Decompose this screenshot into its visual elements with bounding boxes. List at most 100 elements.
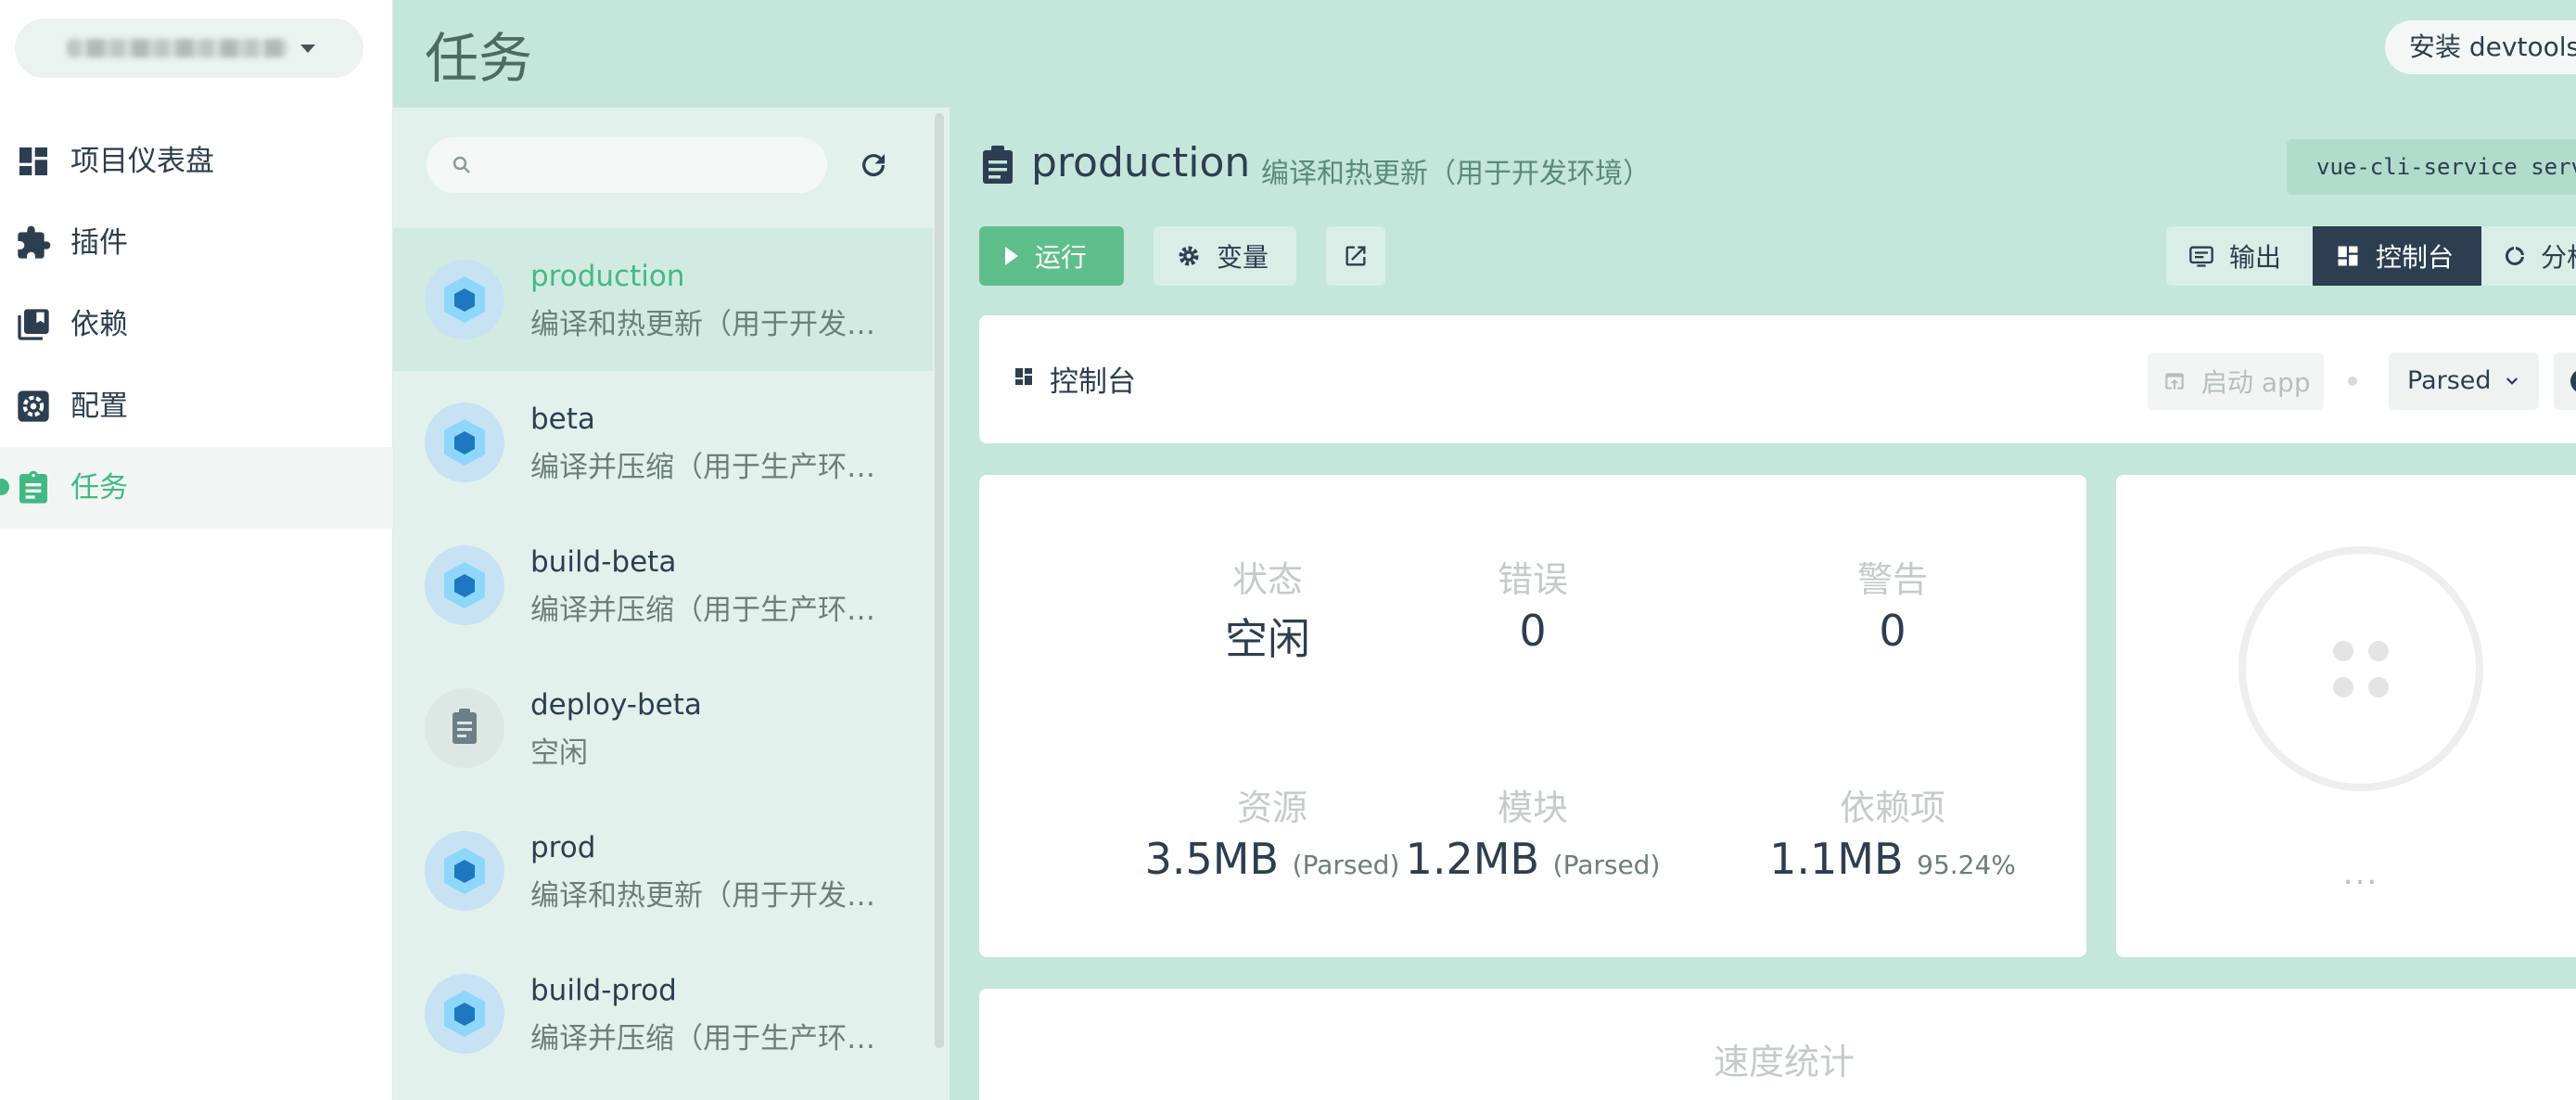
stat-number: 3.5MB <box>1144 834 1280 884</box>
search-icon <box>453 156 470 173</box>
sidebar-item-label: 任务 <box>70 471 128 505</box>
project-name-blurred <box>67 39 287 58</box>
webpack-icon <box>444 848 485 894</box>
stat-number: 1.1MB <box>1769 834 1904 884</box>
tab-console-label: 控制台 <box>2376 242 2455 273</box>
task-name: beta <box>530 403 595 436</box>
sidebar-item-dashboard[interactable]: 项目仪表盘 <box>0 121 393 202</box>
stat-value: 0 <box>1879 606 1906 656</box>
size-mode-select[interactable]: Parsed <box>2389 352 2539 410</box>
task-name: deploy-beta <box>530 688 702 722</box>
task-avatar <box>425 403 504 482</box>
stat-suffix: 95.24% <box>1917 850 2016 880</box>
task-avatar <box>425 831 504 911</box>
task-item-build-prod[interactable]: build-prod 编译并压缩（用于生产环… <box>393 942 933 1085</box>
task-avatar <box>425 974 504 1054</box>
stat-label: 错误 <box>1497 559 1568 600</box>
sidebar-item-label: 配置 <box>70 390 128 423</box>
active-indicator <box>0 479 9 495</box>
sidebar-item-dependencies[interactable]: 依赖 <box>0 284 393 365</box>
search-input[interactable] <box>427 137 827 193</box>
stat-label: 依赖项 <box>1839 787 1945 828</box>
tab-console[interactable]: 控制台 <box>2313 226 2481 286</box>
task-description: 空闲 <box>530 736 588 770</box>
task-avatar <box>425 260 504 339</box>
task-item-production[interactable]: production 编译和热更新（用于开发… <box>393 228 933 371</box>
library-icon <box>18 309 49 340</box>
stat-value: 1.2MB (Parsed) <box>1352 834 1714 884</box>
stat-suffix: (Parsed) <box>1552 850 1661 880</box>
gear-icon <box>1179 246 1199 266</box>
module-donut-card: ... <box>2116 475 2576 957</box>
sidebar-item-label: 依赖 <box>70 308 128 341</box>
top-header: 任务 安装 devtools <box>393 0 2576 108</box>
webpack-icon <box>444 419 485 466</box>
dashboard-icon <box>2338 246 2358 266</box>
stat-label: 模块 <box>1497 787 1568 828</box>
open-external-button[interactable] <box>1326 226 1385 286</box>
scrollbar[interactable] <box>935 113 944 1048</box>
variables-button[interactable]: 变量 <box>1154 226 1296 286</box>
project-selector[interactable] <box>15 19 363 78</box>
clipboard-icon <box>19 470 47 504</box>
task-item-prod[interactable]: prod 编译和热更新（用于开发… <box>393 799 933 942</box>
tab-output-label: 输出 <box>2229 242 2282 273</box>
task-description: 编译和热更新（用于开发… <box>530 308 875 341</box>
variables-button-label: 变量 <box>1217 242 1269 273</box>
task-item-beta[interactable]: beta 编译并压缩（用于生产环… <box>393 371 933 514</box>
run-button[interactable]: 运行 <box>979 226 1124 286</box>
task-item-build-beta[interactable]: build-beta 编译并压缩（用于生产环… <box>393 514 933 657</box>
terminal-icon <box>2189 246 2213 267</box>
task-description: 编译并压缩（用于生产环… <box>530 1022 875 1055</box>
sidebar-item-plugins[interactable]: 插件 <box>0 202 393 284</box>
task-name: production <box>530 260 685 293</box>
tab-analyzer-label: 分析 <box>2540 242 2576 273</box>
donut-ellipsis: ... <box>2342 855 2379 892</box>
dashboard-icon <box>19 147 47 175</box>
launch-app-button[interactable]: 启动 app <box>2148 352 2324 410</box>
task-avatar <box>425 688 504 768</box>
command-display: vue-cli-service serve <box>2287 139 2576 195</box>
sidebar-item-label: 项目仪表盘 <box>70 145 214 178</box>
chevron-down-icon <box>2506 377 2519 385</box>
task-description: 编译并压缩（用于生产环… <box>530 594 875 627</box>
webpack-icon <box>444 276 485 323</box>
help-button[interactable]: ? <box>2554 352 2576 410</box>
console-title: 控制台 <box>1050 365 1136 399</box>
task-name: build-prod <box>530 974 677 1007</box>
stat-errors: 错误 0 <box>1352 551 1714 656</box>
sidebar-item-tasks[interactable]: 任务 <box>0 447 393 529</box>
gear-icon <box>18 390 49 422</box>
puzzle-icon <box>18 225 51 259</box>
task-avatar <box>425 545 504 625</box>
speed-stats-title: 速度统计 <box>1713 1042 1855 1082</box>
task-name: prod <box>530 831 596 864</box>
task-detail: production 编译和热更新（用于开发环境） vue-cli-servic… <box>950 108 2576 1100</box>
task-description: 编译并压缩（用于生产环… <box>530 451 875 484</box>
play-icon <box>1005 247 1018 265</box>
install-devtools-button[interactable]: 安装 devtools <box>2385 20 2576 74</box>
stat-modules: 模块 1.2MB (Parsed) <box>1352 779 1714 884</box>
sidebar-item-label: 插件 <box>70 226 128 260</box>
size-mode-value: Parsed <box>2407 366 2492 395</box>
speed-stats-card: 速度统计 <box>979 989 2576 1100</box>
build-stats-card: 状态 空闲 错误 0 警告 0 资源 3.5MB (Parsed) 模块 1.2… <box>979 475 2086 957</box>
task-subtitle: 编译和热更新（用于开发环境） <box>1261 158 1651 190</box>
tab-output[interactable]: 输出 <box>2166 226 2313 286</box>
webpack-icon <box>444 562 485 608</box>
sidebar-nav: 项目仪表盘 插件 依赖 配置 任务 <box>0 0 393 1100</box>
stat-value: 1.1MB 95.24% <box>1712 834 2073 884</box>
tab-analyzer[interactable]: 分析 <box>2481 226 2576 286</box>
stat-label: 警告 <box>1856 559 1928 600</box>
refresh-icon[interactable] <box>857 148 890 182</box>
clipboard-icon <box>453 709 477 744</box>
task-title: production <box>1031 139 1251 186</box>
stat-dependencies: 依赖项 1.1MB 95.24% <box>1712 779 2073 884</box>
console-header-card: 控制台 启动 app Parsed ? <box>979 315 2576 443</box>
run-button-label: 运行 <box>1035 242 1088 273</box>
caret-down-icon <box>300 45 315 53</box>
page-title: 任务 <box>425 27 533 90</box>
task-description: 编译和热更新（用于开发… <box>530 879 875 913</box>
sidebar-item-configuration[interactable]: 配置 <box>0 365 393 447</box>
task-item-deploy-beta[interactable]: deploy-beta 空闲 <box>393 657 933 799</box>
